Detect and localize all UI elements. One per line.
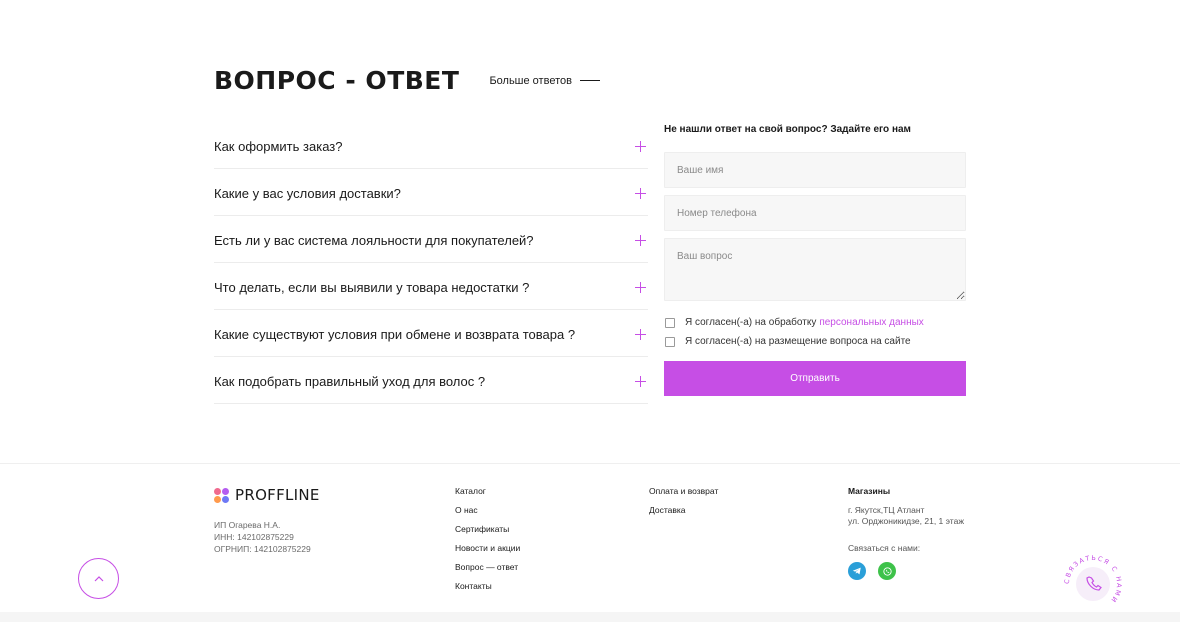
faq-header: ВОПРОС - ОТВЕТ Больше ответов bbox=[214, 66, 600, 95]
contact-us-badge[interactable]: СВЯЗАТЬСЯ С НАМИ bbox=[1062, 553, 1124, 615]
more-answers-link[interactable]: Больше ответов bbox=[489, 75, 600, 87]
logo[interactable]: PROFFLINE bbox=[214, 486, 320, 504]
consent-personal-checkbox[interactable] bbox=[665, 317, 675, 328]
faq-list: Как оформить заказ? Какие у вас условия … bbox=[214, 122, 648, 404]
plus-icon[interactable] bbox=[635, 281, 646, 293]
footer-nav-info: Оплата и возврат Доставка bbox=[649, 485, 718, 523]
plus-icon[interactable] bbox=[635, 234, 646, 246]
consent-personal-data: Я согласен(-а) на обработку персональных… bbox=[664, 317, 966, 328]
form-title: Не нашли ответ на свой вопрос? Задайте е… bbox=[664, 124, 911, 135]
consent-publish: Я согласен(-а) на размещение вопроса на … bbox=[664, 336, 966, 347]
plus-icon[interactable] bbox=[635, 140, 646, 152]
legal-owner: ИП Огарева Н.А. bbox=[214, 520, 281, 530]
chevron-up-icon bbox=[94, 575, 103, 581]
footer-nav-main: Каталог О нас Сертификаты Новости и акци… bbox=[455, 485, 520, 599]
footer-link-faq[interactable]: Вопрос — ответ bbox=[455, 561, 520, 580]
logo-icon bbox=[214, 487, 229, 503]
footer-link-about[interactable]: О нас bbox=[455, 504, 520, 523]
faq-question: Есть ли у вас система лояльности для пок… bbox=[214, 232, 534, 248]
faq-question: Как подобрать правильный уход для волос … bbox=[214, 373, 486, 389]
legal-inn: ИНН: 142102875229 bbox=[214, 532, 294, 542]
page-title: ВОПРОС - ОТВЕТ bbox=[214, 66, 460, 95]
faq-item[interactable]: Какие у вас условия доставки? bbox=[214, 169, 648, 216]
question-form: Не нашли ответ на свой вопрос? Задайте е… bbox=[664, 122, 966, 396]
personal-data-link[interactable]: персональных данных bbox=[819, 317, 923, 328]
faq-item[interactable]: Как подобрать правильный уход для волос … bbox=[214, 357, 648, 404]
faq-item[interactable]: Как оформить заказ? bbox=[214, 122, 648, 169]
footer-link-catalog[interactable]: Каталог bbox=[455, 485, 520, 504]
submit-button[interactable]: Отправить bbox=[664, 361, 966, 396]
plus-icon[interactable] bbox=[635, 187, 646, 199]
question-textarea[interactable] bbox=[664, 238, 966, 301]
scroll-top-button[interactable] bbox=[78, 558, 119, 599]
footer-link-certificates[interactable]: Сертификаты bbox=[455, 523, 520, 542]
consent-publish-label: Я согласен(-а) на размещение вопроса на … bbox=[685, 336, 911, 347]
telegram-icon[interactable] bbox=[848, 562, 866, 580]
faq-item[interactable]: Что делать, если вы выявили у товара нед… bbox=[214, 263, 648, 310]
social-links bbox=[848, 562, 964, 580]
stores-title: Магазины bbox=[848, 486, 891, 496]
faq-item[interactable]: Какие существуют условия при обмене и во… bbox=[214, 310, 648, 357]
plus-icon[interactable] bbox=[635, 328, 646, 340]
plus-icon[interactable] bbox=[635, 375, 646, 387]
store-address-line1: г. Якутск,ТЦ Атлант bbox=[848, 505, 925, 515]
faq-question: Какие существуют условия при обмене и во… bbox=[214, 326, 576, 342]
faq-question: Что делать, если вы выявили у товара нед… bbox=[214, 279, 530, 295]
contact-label: Связаться с нами: bbox=[848, 543, 921, 553]
consent-personal-label: Я согласен(-а) на обработку bbox=[685, 317, 817, 328]
arrow-line-icon bbox=[579, 80, 600, 81]
consent-publish-checkbox[interactable] bbox=[665, 336, 675, 347]
footer-link-payment[interactable]: Оплата и возврат bbox=[649, 485, 718, 504]
legal-info: ИП Огарева Н.А. ИНН: 142102875229 ОГРНИП… bbox=[214, 519, 311, 555]
faq-question: Как оформить заказ? bbox=[214, 138, 343, 154]
name-input[interactable] bbox=[664, 152, 966, 188]
footer-link-news[interactable]: Новости и акции bbox=[455, 542, 520, 561]
footer-link-contacts[interactable]: Контакты bbox=[455, 580, 520, 599]
legal-ogrnip: ОГРНИП: 142102875229 bbox=[214, 544, 311, 554]
footer-link-delivery[interactable]: Доставка bbox=[649, 504, 718, 523]
logo-text: PROFFLINE bbox=[235, 486, 320, 504]
bottom-strip bbox=[0, 612, 1180, 622]
faq-question: Какие у вас условия доставки? bbox=[214, 185, 401, 201]
store-address-line2: ул. Орджоникидзе, 21, 1 этаж bbox=[848, 516, 965, 526]
phone-input[interactable] bbox=[664, 195, 966, 231]
whatsapp-icon[interactable] bbox=[878, 562, 896, 580]
footer: PROFFLINE ИП Огарева Н.А. ИНН: 142102875… bbox=[0, 463, 1180, 612]
faq-item[interactable]: Есть ли у вас система лояльности для пок… bbox=[214, 216, 648, 263]
stores-block: Магазины г. Якутск,ТЦ Атлант ул. Орджони… bbox=[848, 485, 964, 580]
more-answers-label: Больше ответов bbox=[489, 74, 572, 87]
